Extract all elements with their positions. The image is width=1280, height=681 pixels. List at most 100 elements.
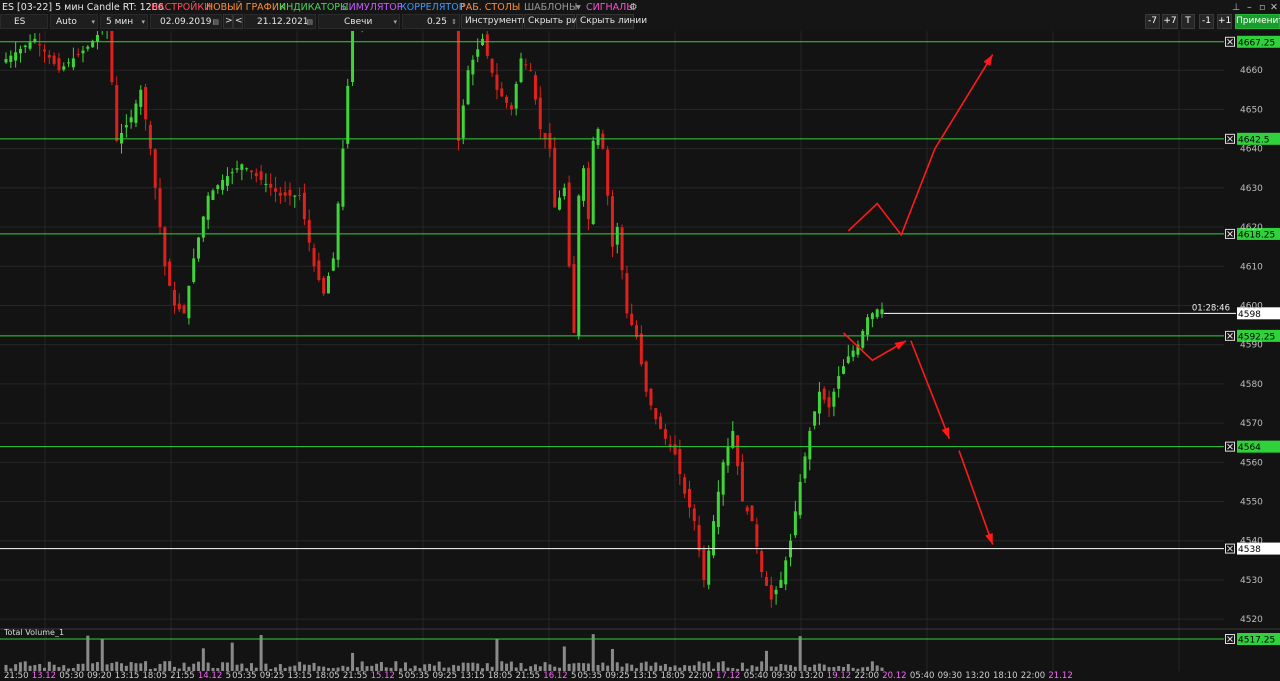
- candle: [221, 174, 225, 195]
- candle: [745, 505, 749, 515]
- candle: [639, 325, 643, 367]
- candle: [822, 386, 826, 404]
- volume-bar: [95, 662, 99, 671]
- remove-level-icon[interactable]: [1225, 133, 1235, 144]
- remove-level-icon[interactable]: [1225, 441, 1235, 452]
- menu-indicators[interactable]: ИНДИКАТОРЫ: [279, 2, 348, 13]
- x-tick-label: 22:00: [688, 671, 713, 681]
- next-button[interactable]: >: [223, 14, 233, 29]
- x-tick-label: 22:00: [855, 671, 880, 681]
- chart-title: ES [03-22] 5 мин Candle RT: 1286: [2, 2, 164, 13]
- tools-button[interactable]: Инструменты: [461, 14, 529, 29]
- volume-bar: [86, 635, 90, 671]
- remove-level-icon[interactable]: [1225, 543, 1235, 554]
- close-icon[interactable]: ✕: [1270, 2, 1278, 13]
- candle: [124, 114, 128, 138]
- volume-bar: [760, 661, 764, 671]
- zoom-minus-1-button[interactable]: -1: [1199, 14, 1214, 29]
- annotation-arrow[interactable]: [847, 54, 994, 237]
- menu-templates[interactable]: ШАБЛОНЫ: [524, 2, 577, 13]
- volume-bar: [278, 664, 282, 671]
- volume-bar: [437, 661, 441, 671]
- prev-button[interactable]: <: [233, 14, 243, 29]
- volume-bar: [639, 662, 643, 671]
- volume-bar: [351, 652, 355, 671]
- today-button[interactable]: T: [1181, 14, 1195, 29]
- volume-bar: [471, 662, 475, 671]
- level-line[interactable]: 4517.25: [0, 633, 1280, 646]
- menu-signals[interactable]: СИГНАЛЫ: [586, 2, 635, 13]
- timeframe-select[interactable]: 5 мин ▾: [100, 14, 148, 29]
- zoom-plus-1-button[interactable]: +1: [1217, 14, 1232, 29]
- volume-bar: [298, 661, 302, 671]
- chart-type-select[interactable]: Свечи ▾: [318, 14, 400, 29]
- annotation-arrow[interactable]: [910, 340, 951, 440]
- remove-level-icon[interactable]: [1225, 36, 1235, 47]
- candle: [789, 533, 793, 567]
- price-axis[interactable]: 4660 4650 4640 4630 4620 4610 4600 4590 4580 4570…: [1240, 66, 1263, 625]
- candle: [481, 33, 485, 47]
- menu-simulator[interactable]: СИМУЛЯТОР: [342, 2, 402, 13]
- scale-select[interactable]: Auto ▾: [50, 14, 98, 29]
- candle: [288, 182, 292, 206]
- volume-bar: [100, 638, 104, 671]
- tick-size-stepper[interactable]: 0.25 ⇕: [402, 14, 460, 29]
- x-tick-label: 13:15: [460, 671, 485, 681]
- price-chart[interactable]: 4667.254642.54618.254592.25456445384517.…: [0, 31, 1280, 681]
- menu-correlator[interactable]: КОРРЕЛЯТОР: [400, 2, 464, 13]
- zoom-plus-7-button[interactable]: +7: [1162, 14, 1178, 29]
- level-line[interactable]: 4564: [0, 440, 1280, 454]
- volume-bar: [163, 661, 167, 671]
- volume-pane: [4, 634, 884, 671]
- remove-level-icon[interactable]: [1225, 634, 1235, 644]
- annotation-arrows[interactable]: [842, 54, 994, 545]
- pin-icon[interactable]: ⊥: [1232, 2, 1240, 13]
- candle: [553, 137, 557, 208]
- candle: [216, 184, 220, 194]
- level-line[interactable]: 4618.25: [0, 227, 1280, 241]
- date-from-field[interactable]: 02.09.2019 ▤: [150, 14, 222, 29]
- minimize-icon[interactable]: –: [1247, 2, 1252, 13]
- volume-bar: [505, 663, 509, 671]
- hide-drawings-button[interactable]: Скрыть рис.: [524, 14, 585, 29]
- gear-icon[interactable]: ⚙: [629, 2, 638, 13]
- candle: [274, 176, 278, 203]
- annotation-arrow[interactable]: [958, 450, 994, 545]
- candle: [192, 248, 196, 284]
- level-line[interactable]: 4667.25: [0, 35, 1280, 49]
- candle: [577, 194, 581, 340]
- remove-level-icon[interactable]: [1225, 228, 1235, 239]
- time-axis[interactable]: 21:50 13.12 05:30 09:20 13:15 18:05 21:55 14.12…: [4, 671, 1073, 681]
- symbol-field[interactable]: ES: [0, 14, 48, 29]
- menu-new-chart[interactable]: НОВЫЙ ГРАФИК: [206, 2, 286, 13]
- volume-bar: [129, 662, 133, 671]
- volume-bar: [582, 663, 586, 671]
- candle: [18, 45, 22, 63]
- remove-level-icon[interactable]: [1225, 330, 1235, 341]
- candle: [697, 515, 701, 558]
- candle: [620, 224, 624, 280]
- volume-bar: [139, 663, 143, 671]
- menu-settings[interactable]: НАСТРОЙКИ: [151, 2, 211, 13]
- volume-bar: [798, 636, 802, 671]
- maximize-icon[interactable]: ▫: [1259, 2, 1265, 13]
- candle: [351, 31, 355, 87]
- toolbar: ES [03-22] 5 мин Candle RT: 1286 НАСТРОЙ…: [0, 0, 1280, 31]
- y-tick-label: 4590: [1240, 341, 1263, 351]
- candle: [663, 423, 667, 446]
- level-line[interactable]: 4538: [0, 542, 1280, 555]
- level-price-label: 4517.25: [1238, 636, 1275, 646]
- candle: [505, 94, 509, 109]
- candle: [793, 500, 797, 538]
- volume-bar: [509, 661, 513, 671]
- volume-bar: [500, 661, 504, 671]
- level-line[interactable]: 4642.5: [0, 132, 1280, 146]
- candle: [201, 215, 205, 242]
- menu-workspaces[interactable]: РАБ. СТОЛЫ: [460, 2, 520, 13]
- candle: [28, 34, 32, 51]
- zoom-minus-7-button[interactable]: -7: [1145, 14, 1160, 29]
- volume-bar: [192, 663, 196, 671]
- apply-button[interactable]: Применить: [1235, 14, 1280, 29]
- hide-lines-button[interactable]: Скрыть линии: [576, 14, 647, 29]
- date-to-field[interactable]: 21.12.2021 ▤: [244, 14, 316, 29]
